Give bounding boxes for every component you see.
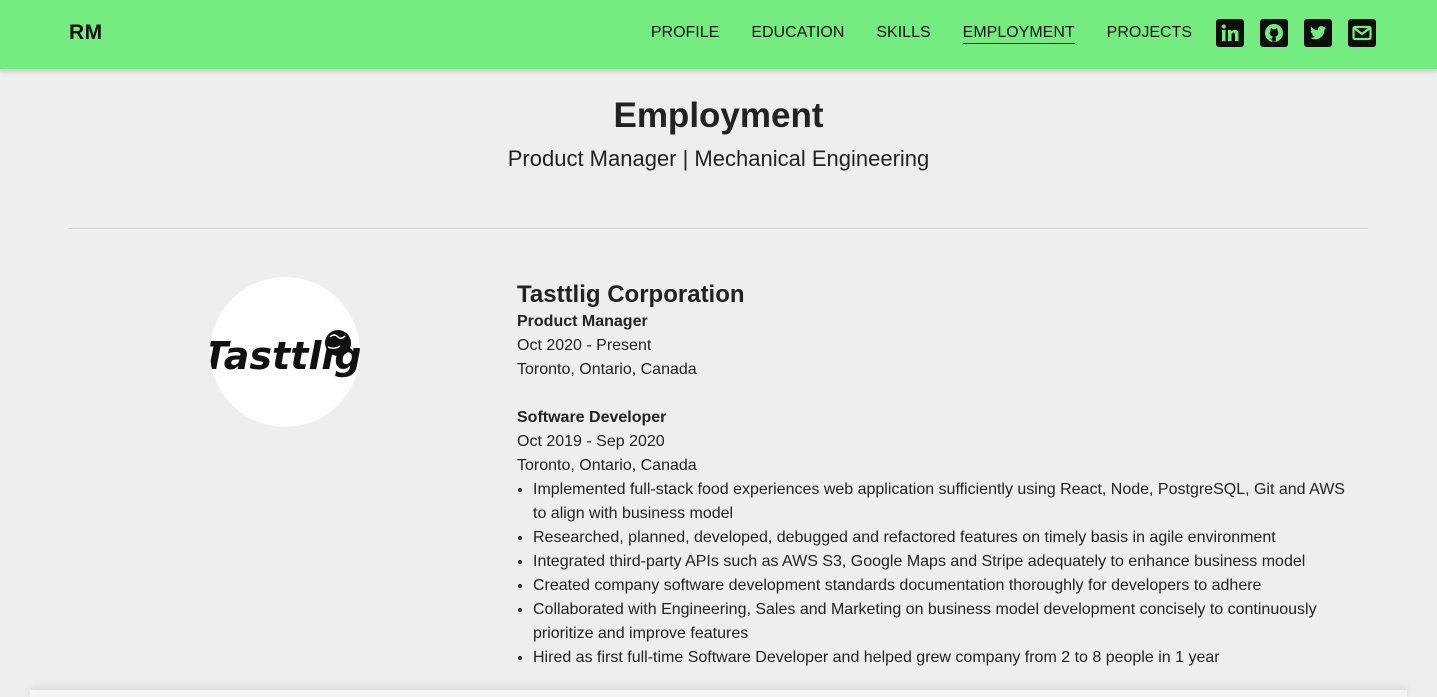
nav-link-profile[interactable]: PROFILE bbox=[651, 23, 719, 44]
github-icon[interactable] bbox=[1260, 19, 1288, 47]
social-links bbox=[1216, 19, 1376, 47]
responsibilities-list: Implemented full-stack food experiences … bbox=[517, 478, 1357, 670]
role-product-manager: Product Manager Oct 2020 - Present Toron… bbox=[517, 310, 1357, 382]
role-dates: Oct 2020 - Present bbox=[517, 337, 652, 354]
list-item: Hired as first full-time Software Develo… bbox=[533, 646, 1357, 670]
nav-link-employment[interactable]: EMPLOYMENT bbox=[962, 23, 1075, 44]
section-divider bbox=[68, 228, 1368, 229]
company-name: Tasttlig Corporation bbox=[517, 281, 745, 308]
nav-link-skills[interactable]: SKILLS bbox=[876, 23, 930, 44]
email-icon[interactable] bbox=[1348, 19, 1376, 47]
twitter-icon[interactable] bbox=[1304, 19, 1332, 47]
page-header: Employment Product Manager | Mechanical … bbox=[0, 96, 1437, 173]
list-item: Researched, planned, developed, debugged… bbox=[533, 526, 1357, 550]
page-title: Employment bbox=[613, 96, 824, 135]
role-dates: Oct 2019 - Sep 2020 bbox=[517, 433, 665, 450]
nav-links: PROFILE EDUCATION SKILLS EMPLOYMENT PROJ… bbox=[619, 23, 1192, 44]
navbar: RM PROFILE EDUCATION SKILLS EMPLOYMENT P… bbox=[0, 0, 1437, 69]
role-title: Product Manager bbox=[517, 313, 648, 330]
brand-logo[interactable]: RM bbox=[69, 21, 103, 45]
next-card-edge bbox=[30, 690, 1407, 697]
company-logo: Tasttlig bbox=[210, 277, 360, 427]
list-item: Implemented full-stack food experiences … bbox=[533, 478, 1357, 526]
role-location: Toronto, Ontario, Canada bbox=[517, 361, 697, 378]
page-subtitle: Product Manager | Mechanical Engineering bbox=[507, 146, 930, 171]
list-item: Integrated third-party APIs such as AWS … bbox=[533, 550, 1357, 574]
list-item: Collaborated with Engineering, Sales and… bbox=[533, 598, 1357, 646]
role-title: Software Developer bbox=[517, 409, 667, 426]
role-location: Toronto, Ontario, Canada bbox=[517, 457, 697, 474]
nav-link-projects[interactable]: PROJECTS bbox=[1107, 23, 1192, 44]
nav-link-education[interactable]: EDUCATION bbox=[751, 23, 844, 44]
employment-details: Tasttlig Corporation Product Manager Oct… bbox=[517, 280, 1357, 670]
list-item: Created company software development sta… bbox=[533, 574, 1357, 598]
role-software-developer: Software Developer Oct 2019 - Sep 2020 T… bbox=[517, 406, 1357, 670]
linkedin-icon[interactable] bbox=[1216, 19, 1244, 47]
